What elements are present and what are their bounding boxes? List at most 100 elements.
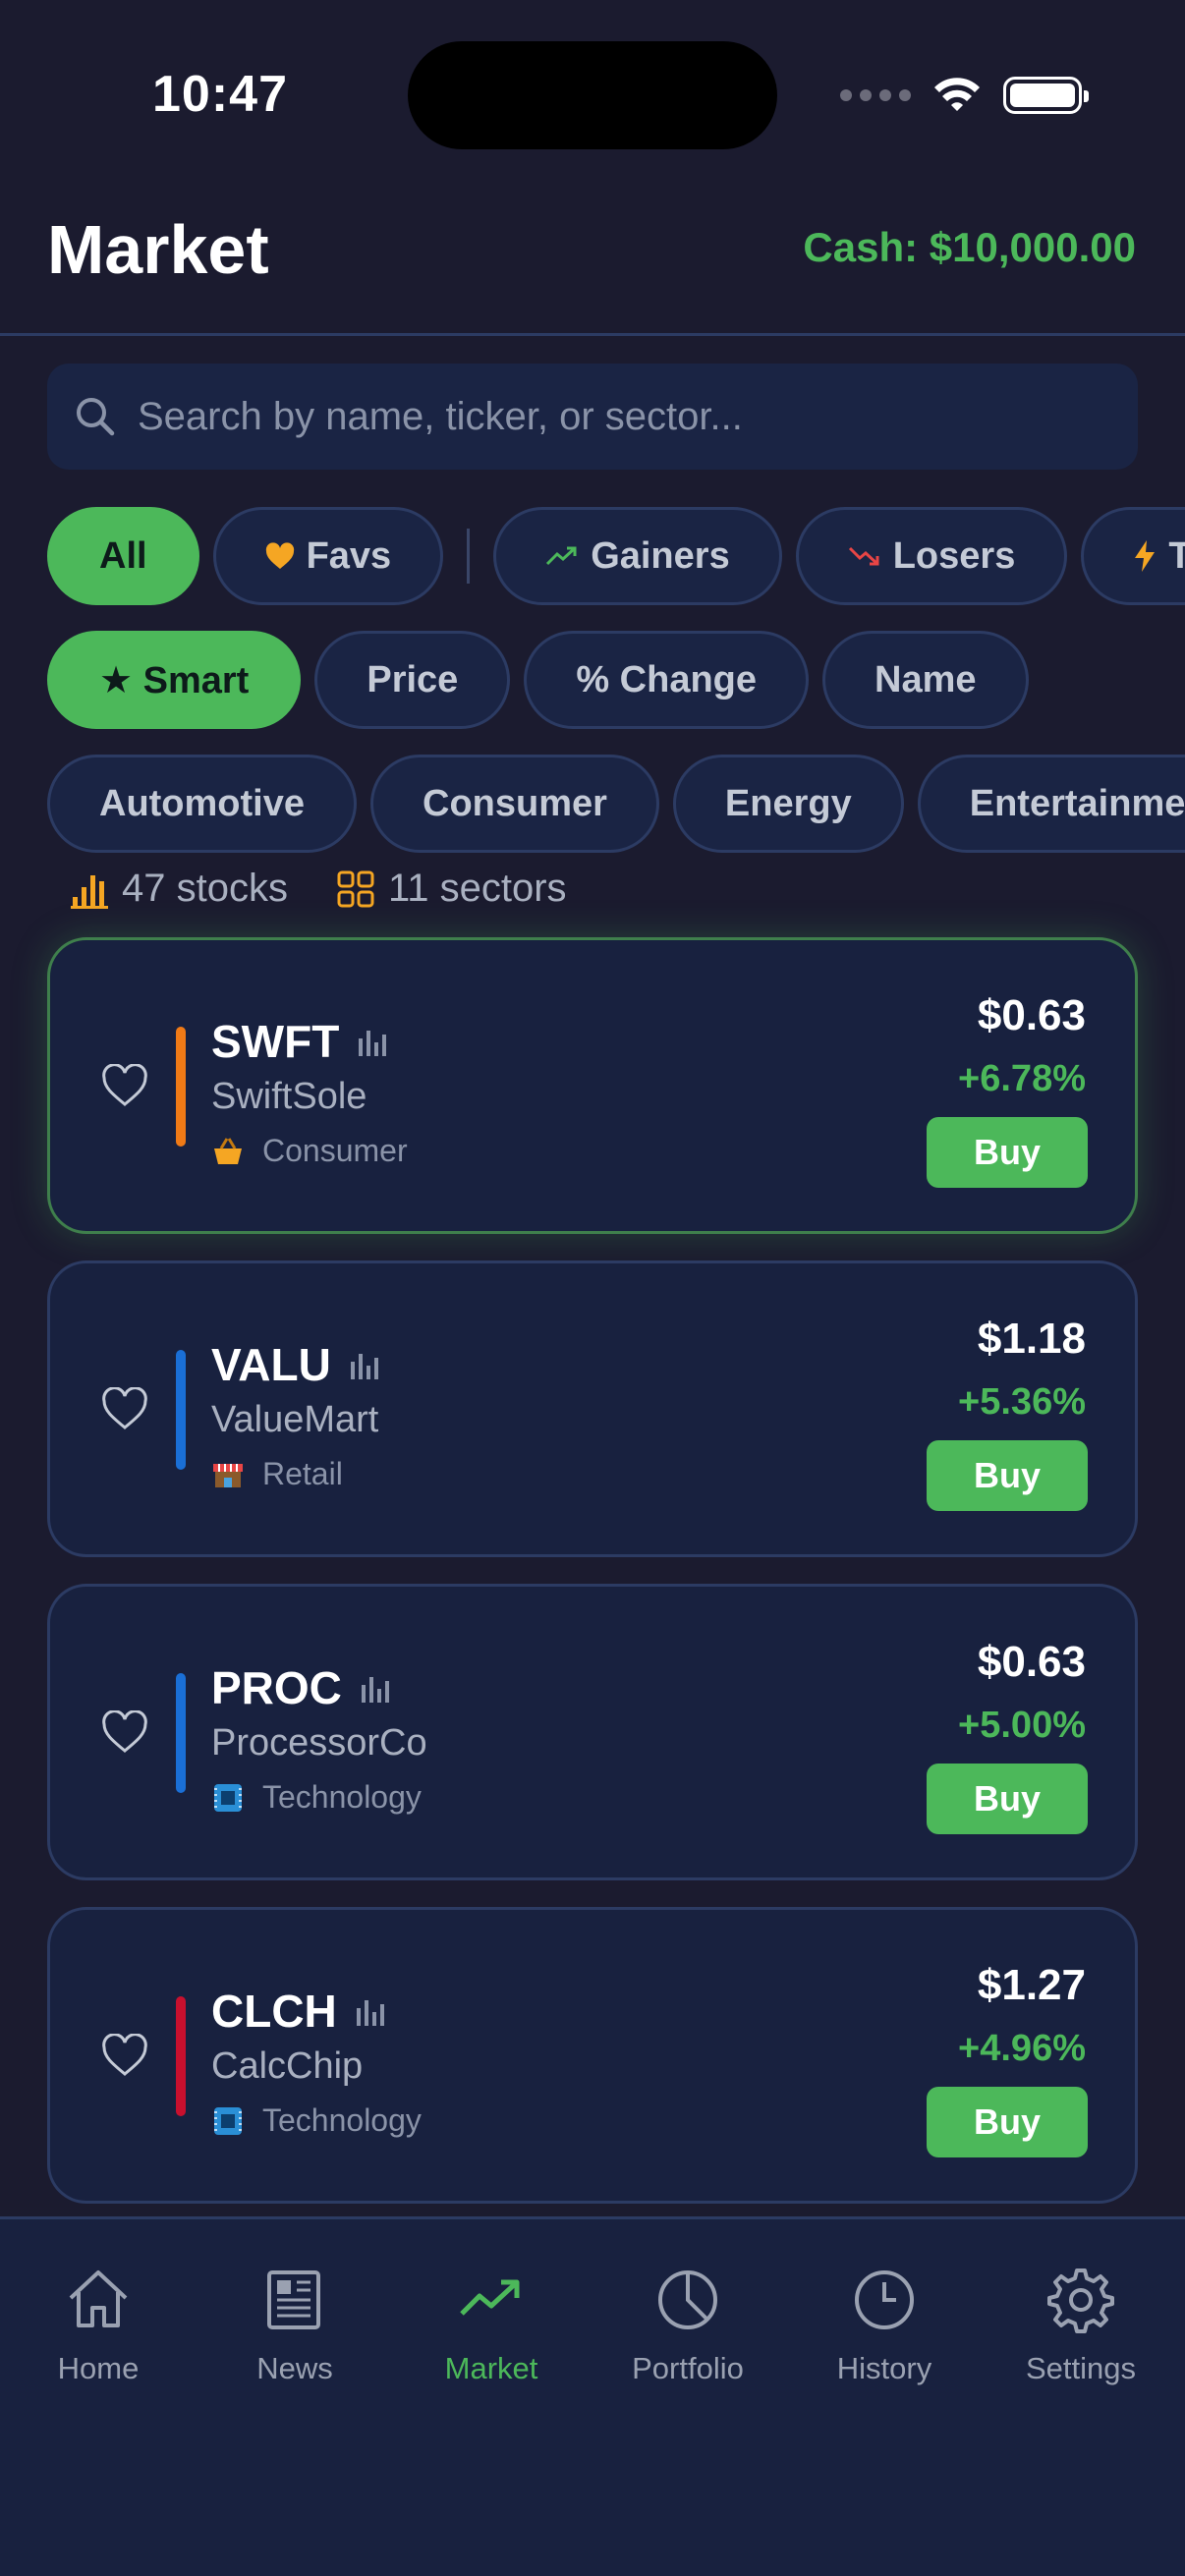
filter-gainers-label: Gainers: [591, 534, 730, 577]
filter-chips: All Favs Gainers Losers To: [0, 507, 1185, 615]
chart-icon[interactable]: [357, 1025, 390, 1058]
filter-favs-chip[interactable]: Favs: [212, 507, 444, 605]
sort-name-label: Name: [875, 658, 977, 700]
chip-icon: [214, 1783, 242, 1812]
filter-gainers-chip[interactable]: Gainers: [493, 507, 782, 605]
stock-sector-label: Retail: [262, 1456, 343, 1491]
stock-ticker: PROC: [211, 1662, 342, 1713]
basket-icon: [214, 1137, 242, 1164]
sector-entertainment-chip[interactable]: Entertainme: [917, 755, 1185, 853]
cash-balance: Cash: $10,000.00: [803, 224, 1136, 270]
sort-smart-label: ★ Smart: [99, 659, 250, 701]
tab-market[interactable]: Market: [393, 2263, 590, 2386]
trend-down-icon: [848, 546, 879, 566]
lightning-icon: [1135, 540, 1156, 572]
search-bar[interactable]: [47, 364, 1138, 470]
gear-icon: [1047, 2268, 1114, 2333]
home-icon: [69, 2270, 128, 2327]
stock-sector-label: Consumer: [262, 1133, 408, 1168]
sector-energy-chip[interactable]: Energy: [672, 755, 904, 853]
heart-outline-icon[interactable]: [101, 1387, 148, 1430]
sort-name-chip[interactable]: Name: [822, 631, 1029, 729]
search-icon: [77, 398, 115, 436]
chart-icon[interactable]: [349, 1348, 382, 1381]
buy-button[interactable]: Buy: [927, 1440, 1088, 1511]
heart-icon: [265, 542, 294, 569]
stock-change: +6.78%: [958, 1058, 1086, 1099]
stock-price: $1.27: [977, 1961, 1086, 2009]
sort-change-label: % Change: [576, 658, 758, 700]
stock-change: +5.36%: [958, 1381, 1086, 1423]
heart-outline-icon[interactable]: [101, 2034, 148, 2077]
tab-news-label: News: [256, 2351, 333, 2385]
stock-sector: Technology: [211, 2102, 422, 2139]
tab-settings[interactable]: Settings: [983, 2263, 1179, 2386]
header: Market Cash: $10,000.00: [0, 196, 1185, 336]
sector-color-bar: [176, 1996, 186, 2116]
buy-button[interactable]: Buy: [927, 1117, 1088, 1188]
stock-company-name: ValueMart: [211, 1399, 379, 1440]
page-title: Market: [47, 211, 269, 288]
sort-change-chip[interactable]: % Change: [524, 631, 810, 729]
cellular-signal-icon: [840, 89, 911, 101]
sector-entertainment-label: Entertainme: [969, 782, 1185, 824]
stock-card-swft[interactable]: SWFT SwiftSole Consumer $0.63 +6.78% Buy: [47, 937, 1138, 1234]
chart-icon[interactable]: [355, 1994, 388, 2028]
stock-sector-label: Technology: [262, 2102, 422, 2138]
stock-card-proc[interactable]: PROC ProcessorCo Technology $0.63 +5.00%…: [47, 1584, 1138, 1880]
heart-outline-icon[interactable]: [101, 1710, 148, 1754]
newspaper-icon: [267, 2270, 320, 2329]
stock-price: $1.18: [977, 1315, 1086, 1363]
sort-chips: ★ Smart Price % Change Name: [0, 631, 1185, 739]
sector-count: 11 sectors: [337, 867, 567, 911]
stock-price: $0.63: [977, 1638, 1086, 1686]
sort-smart-chip[interactable]: ★ Smart: [47, 631, 302, 729]
heart-outline-icon[interactable]: [101, 1064, 148, 1107]
trend-up-icon: [460, 2279, 520, 2316]
search-input[interactable]: [138, 394, 1138, 439]
chip-divider: [467, 529, 471, 584]
stock-company-name: SwiftSole: [211, 1076, 367, 1117]
filter-all-label: All: [99, 534, 147, 577]
stock-sector: Consumer: [211, 1133, 408, 1169]
buy-button[interactable]: Buy: [927, 1764, 1088, 1834]
stock-count: 47 stocks: [71, 867, 288, 911]
filter-losers-chip[interactable]: Losers: [795, 507, 1068, 605]
tab-settings-label: Settings: [1025, 2351, 1136, 2385]
battery-icon: [1003, 77, 1089, 114]
sector-color-bar: [176, 1673, 186, 1793]
stock-sector-label: Technology: [262, 1779, 422, 1815]
tab-home[interactable]: Home: [0, 2263, 197, 2386]
stock-change: +4.96%: [958, 2028, 1086, 2069]
stock-price: $0.63: [977, 991, 1086, 1039]
sector-chips: Automotive Consumer Energy Entertainme: [0, 755, 1185, 863]
tab-portfolio-label: Portfolio: [632, 2351, 744, 2385]
filter-favs-label: Favs: [306, 534, 392, 577]
stock-company-name: CalcChip: [211, 2045, 364, 2087]
sort-price-chip[interactable]: Price: [314, 631, 511, 729]
pie-chart-icon: [658, 2270, 717, 2329]
dynamic-island: [408, 41, 777, 149]
sector-automotive-chip[interactable]: Automotive: [47, 755, 357, 853]
stock-card-valu[interactable]: VALU ValueMart Retail $1.18 +5.36% Buy: [47, 1260, 1138, 1557]
bar-chart-icon: [71, 874, 108, 909]
sector-automotive-label: Automotive: [99, 782, 305, 824]
filter-all-chip[interactable]: All: [47, 507, 199, 605]
stock-sector: Technology: [211, 1779, 422, 1816]
tab-history[interactable]: History: [786, 2263, 983, 2386]
tab-bar: Home News Market Portfolio History Setti…: [0, 2216, 1185, 2576]
stock-company-name: ProcessorCo: [211, 1722, 427, 1764]
buy-button[interactable]: Buy: [927, 2087, 1088, 2157]
status-time: 10:47: [152, 66, 288, 123]
sector-consumer-chip[interactable]: Consumer: [370, 755, 659, 853]
chip-icon: [214, 2106, 242, 2135]
chart-icon[interactable]: [360, 1671, 393, 1705]
tab-portfolio[interactable]: Portfolio: [590, 2263, 786, 2386]
wifi-icon: [934, 78, 980, 111]
filter-losers-label: Losers: [892, 534, 1016, 577]
status-bar: 10:47: [0, 0, 1185, 177]
clock-icon: [855, 2270, 914, 2329]
tab-news[interactable]: News: [197, 2263, 393, 2386]
stock-card-clch[interactable]: CLCH CalcChip Technology $1.27 +4.96% Bu…: [47, 1907, 1138, 2204]
filter-top-chip[interactable]: To: [1081, 507, 1185, 605]
